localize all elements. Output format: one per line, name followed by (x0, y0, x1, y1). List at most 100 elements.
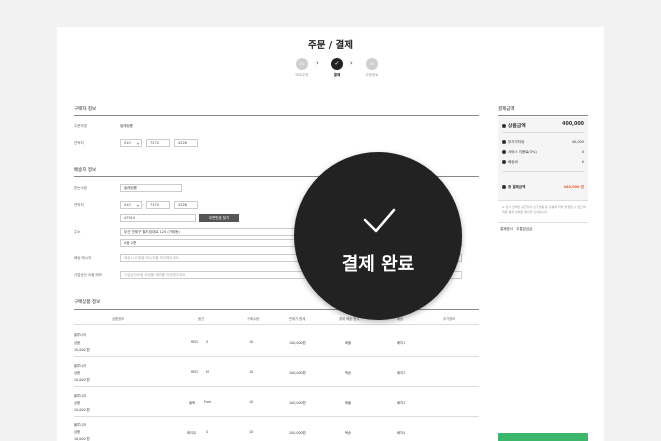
product-price: 10,000 원 (74, 437, 90, 441)
step-1-number: 01 (296, 58, 308, 70)
dash: - (171, 202, 173, 206)
progress-steps: 01 바로주문 › ✓ 결제 › 03 주문완료 (287, 58, 387, 84)
column-header: 추가정보 (443, 317, 456, 321)
dash: - (143, 140, 145, 144)
product-brand: 블루니아 (74, 394, 87, 398)
product-size: S (206, 340, 209, 344)
column-header: 옵션 (198, 317, 205, 321)
divider (74, 416, 479, 417)
step-3-number: 03 (366, 58, 378, 70)
dash: - (171, 140, 173, 144)
product-price: 10,000 원 (74, 378, 90, 382)
product-name: 상품 (74, 371, 81, 375)
product-qty: 10 (249, 370, 254, 374)
shipping-phone-prefix-select[interactable]: 010 (120, 201, 142, 209)
divider (74, 386, 479, 387)
shipping-phone-middle-input[interactable]: 7374 (146, 201, 170, 209)
shipping-phone-label: 연락처 (74, 203, 84, 207)
product-qty: 10 (249, 430, 254, 434)
shipping-heading: 배송지 정보 (74, 168, 97, 173)
recipient-label: 받는사람 (74, 186, 87, 190)
delivery-message-label: 배송 메시지 (74, 256, 92, 260)
product-brand: 블루니아 (74, 333, 87, 337)
product-size: Free (204, 400, 211, 404)
orderer-phone-label: 연락처 (74, 141, 84, 145)
bullet-icon (502, 150, 506, 154)
vat-label: 부가가치세 (508, 140, 525, 144)
vat-value: 40,000 (571, 140, 584, 144)
total-value: 440,000 원 (563, 185, 584, 189)
service-fee-row: 서비스 이용료(3%) 0 (502, 150, 584, 155)
divider (498, 115, 588, 116)
column-header: 상품정보 (112, 317, 125, 321)
bullet-icon (502, 160, 506, 164)
product-name: 상품 (74, 341, 81, 345)
payment-method: 결제방식 무통장입금 (500, 227, 532, 232)
orderer-phone-last-input[interactable]: 4226 (174, 139, 198, 147)
zipcode-input[interactable]: 47510 (120, 214, 196, 222)
product-price: 10,000 원 (74, 348, 90, 352)
bullet-icon (502, 123, 506, 128)
column-header: 구매수량 (247, 317, 260, 321)
product-qty: 10 (249, 340, 254, 344)
zipcode-search-button[interactable]: 우편번호 찾기 (199, 214, 239, 222)
orderer-phone-prefix-select[interactable]: 010 (120, 139, 142, 147)
payment-complete-overlay: 결제 완료 (294, 152, 462, 320)
products-heading: 구매상품 정보 (74, 300, 101, 305)
shipping-fee-label: 배송비 (508, 160, 518, 164)
product-total: 100,000원 (289, 431, 306, 435)
shipping-phone-last-input[interactable]: 4226 (174, 201, 198, 209)
check-icon: ✓ (331, 58, 343, 70)
payment-complete-message: 결제 완료 (341, 254, 415, 275)
payment-method-value: 무통장입금 (516, 227, 533, 231)
summary-heading: 결제금액 (498, 107, 515, 112)
divider (74, 356, 479, 357)
divider (498, 200, 588, 201)
step-2-label: 결제 (333, 73, 341, 77)
address-label: 주소 (74, 230, 81, 234)
product-option: RED (191, 340, 198, 344)
product-size: S (206, 430, 209, 434)
payment-method-label: 결제방식 (500, 227, 513, 231)
column-header: 판매가 합계 (289, 317, 306, 321)
shipping-fee-row: 배송비 0 (502, 160, 584, 165)
product-brand: 블루니아 (74, 423, 87, 427)
step-2: ✓ 결제 (322, 58, 352, 78)
product-brand: 블루니아 (74, 364, 87, 368)
product-method: 화물 (345, 401, 352, 405)
divider (74, 324, 479, 325)
product-option: 블랙 (189, 401, 196, 405)
product-method: 택송 (345, 371, 352, 375)
product-delivery: 배지3 (397, 401, 406, 405)
service-fee-label: 서비스 이용료(3%) (508, 150, 537, 154)
step-1-label: 바로주문 (295, 73, 309, 77)
page-title: 주문 / 결제 (307, 40, 354, 51)
order-page: 주문 / 결제 01 바로주문 › ✓ 결제 › 03 주문완료 구매자 정보 … (57, 27, 604, 441)
request-memo-label: 사업승인 요청 메모 (74, 273, 102, 277)
total-label: 총 결제금액 (508, 185, 526, 189)
product-delivery: 배지1 (397, 341, 406, 345)
chevron-right-icon: › (350, 59, 353, 67)
product-qty: 10 (249, 400, 254, 404)
orderer-phone-middle-input[interactable]: 7274 (146, 139, 170, 147)
product-name: 상품 (74, 430, 81, 434)
bullet-icon (502, 140, 506, 144)
shipping-fee-value: 0 (581, 160, 584, 164)
total-row: 총 결제금액 440,000 원 (502, 185, 584, 190)
divider (498, 222, 588, 223)
service-fee-value: 0 (581, 150, 584, 154)
product-total: 100,000원 (289, 341, 306, 345)
product-method: 택송 (345, 431, 352, 435)
product-delivery: 배지2 (397, 371, 406, 375)
product-price: 10,000 원 (74, 408, 90, 412)
pay-button[interactable] (498, 433, 588, 441)
product-option: RED (191, 370, 198, 374)
product-amount-label: 상품금액 (508, 124, 526, 129)
product-size: M (206, 370, 209, 374)
orderer-name-value: 밀레링룸 (120, 124, 133, 128)
recipient-input[interactable]: 밀레링룸 (120, 184, 182, 192)
product-total: 100,000원 (289, 401, 306, 405)
orderer-name-label: 주문자명 (74, 124, 87, 128)
product-option: 화이트 (187, 431, 197, 435)
divider (502, 171, 584, 172)
